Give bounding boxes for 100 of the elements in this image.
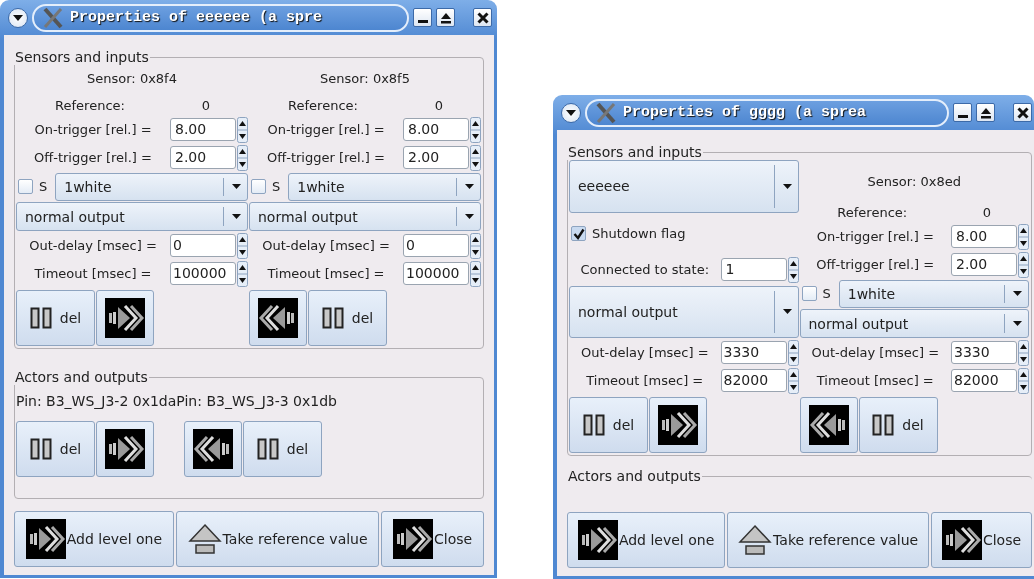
checkbox[interactable] bbox=[571, 226, 586, 241]
maximize-button[interactable] bbox=[976, 103, 995, 122]
spin-arrows-icon[interactable] bbox=[237, 144, 248, 171]
delete-button[interactable]: del bbox=[16, 421, 95, 477]
spin-arrows-icon[interactable] bbox=[1018, 251, 1029, 278]
number-field[interactable]: 82000 bbox=[720, 369, 787, 392]
field-label: On-trigger [rel.] = bbox=[33, 122, 153, 137]
dropdown[interactable]: normal output bbox=[249, 202, 481, 231]
dropdown[interactable]: 1white bbox=[288, 172, 481, 201]
number-field[interactable]: 8.00 bbox=[170, 118, 236, 141]
pause-icon bbox=[29, 307, 52, 329]
forward-icon bbox=[393, 519, 434, 559]
dropdown[interactable]: 1white bbox=[838, 279, 1029, 308]
caret-icon bbox=[465, 214, 474, 219]
spin-arrows-icon[interactable] bbox=[237, 260, 248, 287]
checkbox[interactable] bbox=[251, 179, 266, 194]
number-field[interactable]: 1 bbox=[720, 258, 787, 281]
spin-arrows-icon[interactable] bbox=[1018, 339, 1029, 366]
spin-arrows-icon[interactable] bbox=[787, 367, 799, 394]
checkbox-label[interactable]: S bbox=[822, 286, 831, 301]
number-field[interactable]: 82000 bbox=[951, 369, 1017, 392]
number-field[interactable]: 8.00 bbox=[403, 118, 469, 141]
forward-icon bbox=[658, 405, 698, 445]
minimize-button[interactable] bbox=[953, 103, 972, 122]
spin-arrows-icon[interactable] bbox=[1018, 367, 1029, 394]
pause-icon bbox=[256, 438, 279, 460]
number-field[interactable]: 2.00 bbox=[170, 146, 236, 169]
field-label: Out-delay [msec] = bbox=[261, 238, 391, 253]
number-field[interactable]: 100000 bbox=[403, 262, 469, 285]
forward-button[interactable] bbox=[96, 421, 154, 477]
delete-button[interactable]: del bbox=[308, 290, 387, 346]
close-button[interactable] bbox=[1013, 103, 1032, 122]
spin-arrows-icon[interactable] bbox=[787, 339, 799, 366]
field-label: On-trigger [rel.] = bbox=[815, 229, 935, 244]
forward-icon bbox=[941, 520, 982, 560]
number-field[interactable]: 3330 bbox=[951, 341, 1017, 364]
reference-label: Reference: bbox=[287, 97, 359, 113]
group-title: Sensors and inputs bbox=[14, 49, 150, 65]
number-field[interactable]: 100000 bbox=[170, 262, 236, 285]
window-menu-button[interactable] bbox=[8, 7, 28, 28]
delete-button[interactable]: del bbox=[858, 397, 938, 453]
spin-arrows-icon[interactable] bbox=[470, 144, 481, 171]
dialog-button[interactable]: Close bbox=[381, 511, 484, 567]
number-field[interactable]: 0 bbox=[170, 234, 236, 257]
dialog-button[interactable]: Take reference value bbox=[727, 512, 930, 568]
dialog-button[interactable]: Close bbox=[931, 512, 1032, 568]
caret-icon bbox=[232, 184, 241, 189]
spin-arrows-icon[interactable] bbox=[470, 260, 481, 287]
spin-arrows-icon[interactable] bbox=[470, 232, 481, 259]
reference-value: 0 bbox=[981, 204, 993, 220]
delete-button[interactable]: del bbox=[569, 397, 648, 453]
checkbox[interactable] bbox=[801, 286, 817, 301]
back-button[interactable] bbox=[799, 397, 858, 453]
dropdown[interactable]: normal output bbox=[16, 202, 248, 231]
maximize-icon bbox=[439, 11, 452, 24]
dialog-button[interactable]: Take reference value bbox=[175, 511, 380, 567]
maximize-button[interactable] bbox=[436, 8, 455, 27]
dropdown[interactable]: normal output bbox=[799, 309, 1029, 338]
pause-icon bbox=[29, 438, 52, 460]
close-button[interactable] bbox=[473, 8, 492, 27]
spin-arrows-icon[interactable] bbox=[1018, 223, 1029, 250]
caret-icon bbox=[1013, 321, 1022, 326]
spin-arrows-icon[interactable] bbox=[237, 116, 248, 143]
forward-button[interactable] bbox=[649, 397, 707, 453]
dialog-button[interactable]: Add level one bbox=[567, 512, 726, 568]
dropdown[interactable]: normal output bbox=[569, 285, 799, 338]
dropdown[interactable]: eeeeee bbox=[569, 160, 799, 213]
delete-button[interactable]: del bbox=[16, 290, 95, 346]
window-menu-button[interactable] bbox=[561, 102, 581, 123]
number-field[interactable]: 2.00 bbox=[403, 146, 469, 169]
spin-arrows-icon[interactable] bbox=[237, 232, 248, 259]
minimize-button[interactable] bbox=[413, 8, 432, 27]
dropdown[interactable]: 1white bbox=[55, 172, 248, 201]
field-label: Timeout [msec] = bbox=[33, 266, 153, 281]
caret-icon bbox=[13, 14, 23, 21]
caret-icon bbox=[782, 183, 792, 189]
caret-icon bbox=[465, 184, 474, 189]
delete-button[interactable]: del bbox=[243, 421, 322, 477]
checkbox-label[interactable]: Shutdown flag bbox=[592, 226, 686, 241]
number-field[interactable]: 8.00 bbox=[951, 225, 1017, 248]
group-title: Actors and outputs bbox=[14, 369, 149, 385]
maximize-icon bbox=[979, 106, 992, 119]
back-button[interactable] bbox=[249, 290, 307, 346]
pause-icon bbox=[321, 307, 344, 329]
dialog-button[interactable]: Add level one bbox=[14, 511, 174, 567]
number-field[interactable]: 3330 bbox=[720, 341, 787, 364]
pause-icon bbox=[582, 414, 605, 436]
number-field[interactable]: 0 bbox=[403, 234, 469, 257]
spin-arrows-icon[interactable] bbox=[470, 116, 481, 143]
checkbox-label[interactable]: S bbox=[39, 179, 48, 194]
close-icon bbox=[476, 11, 489, 24]
checkbox[interactable] bbox=[18, 179, 33, 194]
window-title: Properties of gggg (a sprea bbox=[623, 104, 867, 121]
spin-arrows-icon[interactable] bbox=[787, 256, 799, 283]
sensor-label: Sensor: 0x8f5 bbox=[319, 70, 411, 88]
number-field[interactable]: 2.00 bbox=[951, 253, 1017, 276]
forward-button[interactable] bbox=[96, 290, 154, 346]
checkbox-label[interactable]: S bbox=[272, 179, 281, 194]
field-label: Timeout [msec] = bbox=[815, 373, 935, 388]
back-button[interactable] bbox=[184, 421, 242, 477]
